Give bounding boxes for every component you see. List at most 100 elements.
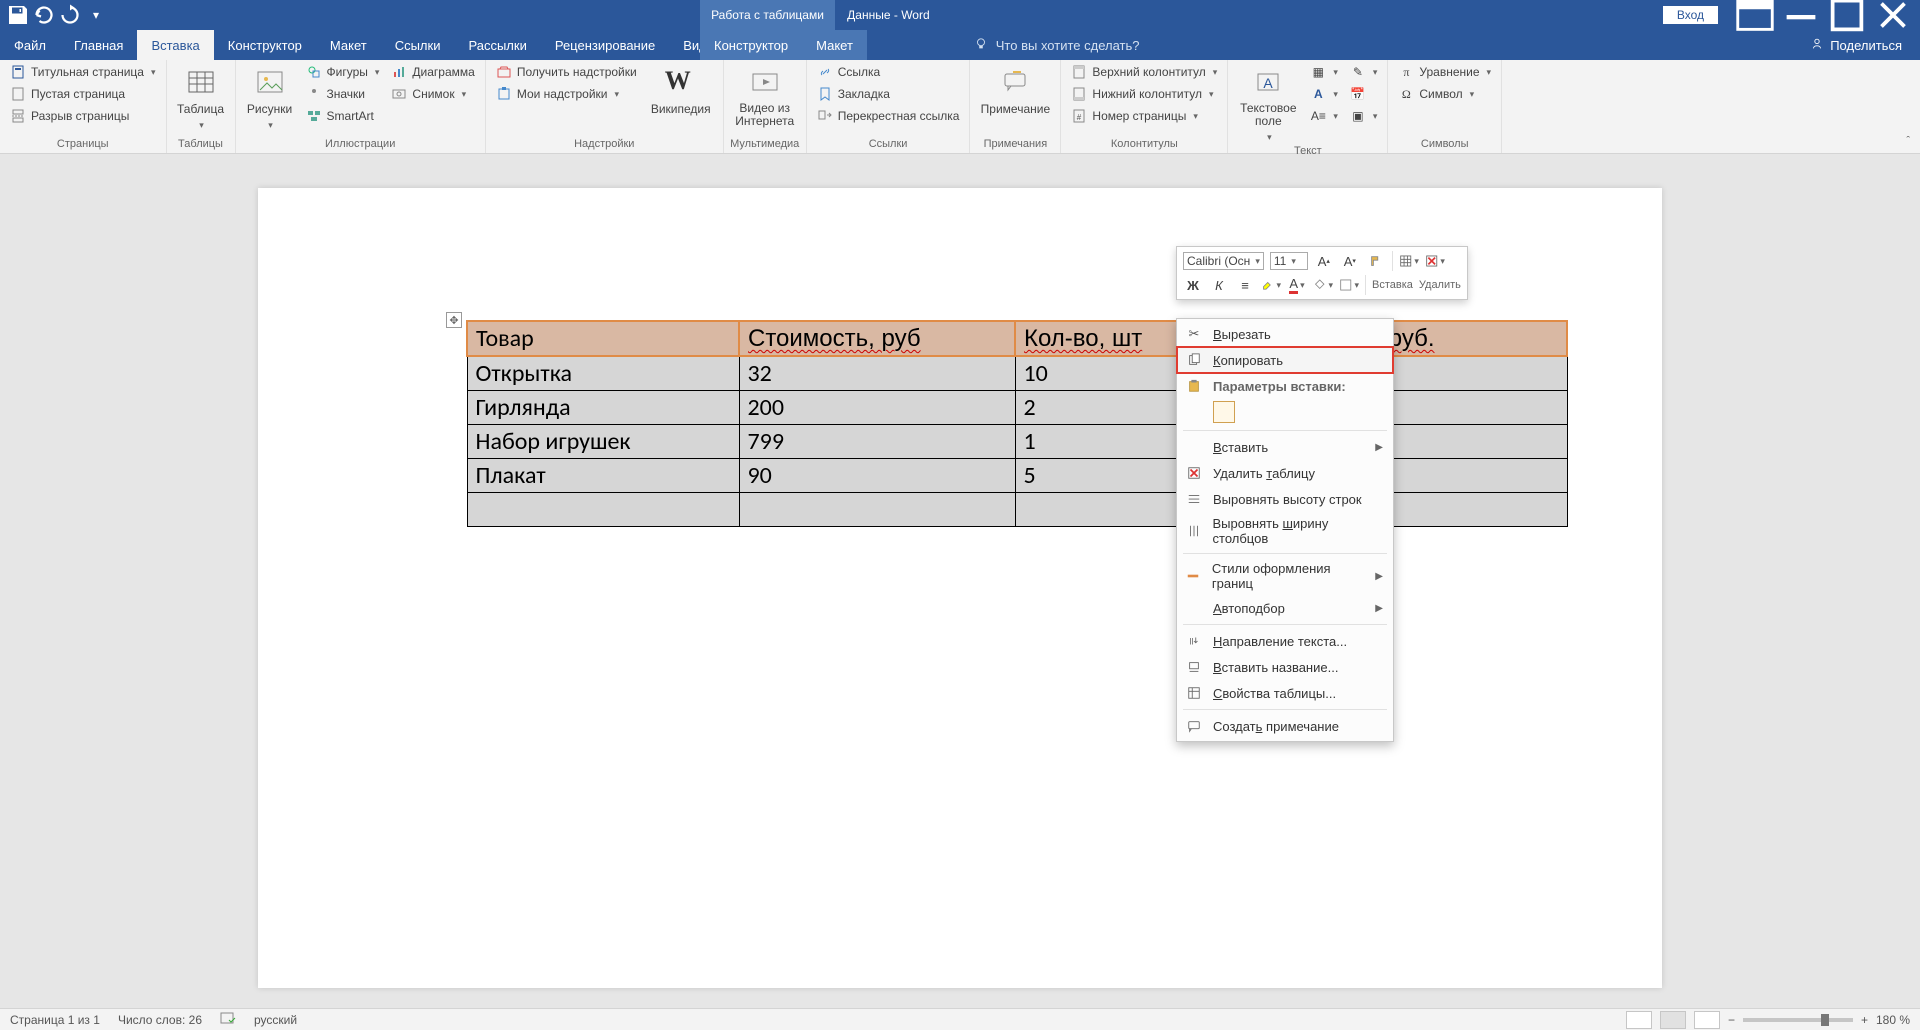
redo-icon[interactable] xyxy=(58,3,82,27)
table-button[interactable]: Таблица▾ xyxy=(173,62,229,131)
tab-insert[interactable]: Вставка xyxy=(137,30,213,60)
header-button[interactable]: Верхний колонтитул▾ xyxy=(1067,62,1221,82)
wikipedia-button[interactable]: W Википедия xyxy=(645,62,717,116)
qat-customize-icon[interactable]: ▾ xyxy=(84,3,108,27)
quickparts-button[interactable]: ▦▾ xyxy=(1306,62,1342,82)
textbox-button[interactable]: A Текстовое поле▾ xyxy=(1234,62,1302,143)
signature-button[interactable]: ✎▾ xyxy=(1346,62,1382,82)
tell-me-search[interactable]: Что вы хотите сделать? xyxy=(960,30,1154,60)
chart-button[interactable]: Диаграмма xyxy=(387,62,478,82)
insert-table-mini-icon[interactable]: ▾ xyxy=(1399,251,1419,271)
zoom-level[interactable]: 180 % xyxy=(1876,1013,1910,1027)
table-row[interactable]: Набор игрушек7991799 xyxy=(467,425,1567,459)
tab-table-design[interactable]: Конструктор xyxy=(700,30,802,60)
tab-references[interactable]: Ссылки xyxy=(381,30,455,60)
status-language[interactable]: русский xyxy=(254,1013,297,1027)
view-print-layout[interactable] xyxy=(1660,1011,1686,1029)
tab-file[interactable]: Файл xyxy=(0,30,60,60)
ctx-border-styles[interactable]: Стили оформления границ▶ xyxy=(1177,557,1393,595)
tab-review[interactable]: Рецензирование xyxy=(541,30,669,60)
view-read-mode[interactable] xyxy=(1626,1011,1652,1029)
tab-home[interactable]: Главная xyxy=(60,30,137,60)
shrink-font-icon[interactable]: A▾ xyxy=(1340,251,1360,271)
ctx-text-direction[interactable]: llНаправление текста... xyxy=(1177,628,1393,654)
font-color-icon[interactable]: A▾ xyxy=(1287,275,1307,295)
zoom-slider[interactable] xyxy=(1743,1018,1853,1022)
tab-table-layout[interactable]: Макет xyxy=(802,30,867,60)
shapes-button[interactable]: Фигуры▾ xyxy=(302,62,384,82)
symbol-button[interactable]: ΩСимвол▾ xyxy=(1394,84,1495,104)
undo-icon[interactable] xyxy=(32,3,56,27)
data-table[interactable]: Товар Стоимость, руб Кол-во, шт Сумма, р… xyxy=(466,320,1568,527)
icons-button[interactable]: Значки xyxy=(302,84,384,104)
blank-page-button[interactable]: Пустая страница xyxy=(6,84,160,104)
table-header-row[interactable]: Товар Стоимость, руб Кол-во, шт Сумма, р… xyxy=(467,321,1567,356)
collapse-ribbon-icon[interactable]: ˆ xyxy=(1906,135,1910,147)
font-family-combo[interactable]: Calibri (Осн▾ xyxy=(1183,252,1264,270)
shading-icon[interactable]: ▾ xyxy=(1313,275,1333,295)
dropcap-button[interactable]: A≡▾ xyxy=(1306,106,1342,126)
ctx-autofit[interactable]: Автоподбор▶ xyxy=(1177,595,1393,621)
screenshot-button[interactable]: Снимок▾ xyxy=(387,84,478,104)
datetime-button[interactable]: 📅 xyxy=(1346,84,1382,104)
zoom-out-icon[interactable]: − xyxy=(1728,1013,1735,1027)
tab-design[interactable]: Конструктор xyxy=(214,30,316,60)
share-button[interactable]: Поделиться xyxy=(1792,30,1920,60)
status-word-count[interactable]: Число слов: 26 xyxy=(118,1013,202,1027)
sign-in-button[interactable]: Вход xyxy=(1663,6,1718,24)
page-number-button[interactable]: #Номер страницы▾ xyxy=(1067,106,1221,126)
object-button[interactable]: ▣▾ xyxy=(1346,106,1382,126)
link-button[interactable]: Ссылка xyxy=(813,62,964,82)
highlight-icon[interactable]: ▾ xyxy=(1261,275,1281,295)
header-cell[interactable]: Стоимость, руб xyxy=(739,321,1015,356)
view-web-layout[interactable] xyxy=(1694,1011,1720,1029)
delete-table-mini-icon[interactable]: ▾ xyxy=(1425,251,1445,271)
table-row[interactable]: Плакат905450 xyxy=(467,459,1567,493)
ctx-copy[interactable]: Копировать xyxy=(1177,347,1393,373)
online-video-button[interactable]: Видео из Интернета xyxy=(730,62,800,128)
status-page[interactable]: Страница 1 из 1 xyxy=(10,1013,100,1027)
table-move-handle[interactable]: ✥ xyxy=(446,312,462,328)
header-cell[interactable]: Товар xyxy=(467,321,739,356)
ctx-table-properties[interactable]: Свойства таблицы... xyxy=(1177,680,1393,706)
align-icon[interactable]: ≡ xyxy=(1235,275,1255,295)
wordart-button[interactable]: A▾ xyxy=(1306,84,1342,104)
ctx-insert[interactable]: Вставить▶ xyxy=(1177,434,1393,460)
grow-font-icon[interactable]: A▴ xyxy=(1314,251,1334,271)
paste-keep-source-icon[interactable] xyxy=(1213,401,1235,423)
equation-button[interactable]: πУравнение▾ xyxy=(1394,62,1495,82)
font-size-combo[interactable]: 11▾ xyxy=(1270,252,1308,270)
footer-button[interactable]: Нижний колонтитул▾ xyxy=(1067,84,1221,104)
bold-icon[interactable]: Ж xyxy=(1183,275,1203,295)
maximize-icon[interactable] xyxy=(1824,0,1870,30)
format-painter-icon[interactable] xyxy=(1366,251,1386,271)
zoom-in-icon[interactable]: + xyxy=(1861,1013,1868,1027)
status-spellcheck-icon[interactable] xyxy=(220,1011,236,1028)
minimize-icon[interactable] xyxy=(1778,0,1824,30)
ctx-new-comment[interactable]: Создать примечание xyxy=(1177,713,1393,739)
zoom-thumb[interactable] xyxy=(1821,1014,1829,1026)
table-row[interactable]: Гирлянда2002400 xyxy=(467,391,1567,425)
italic-icon[interactable]: К xyxy=(1209,275,1229,295)
ctx-distribute-rows[interactable]: Выровнять высоту строк xyxy=(1177,486,1393,512)
cover-page-button[interactable]: Титульная страница▾ xyxy=(6,62,160,82)
ribbon-display-icon[interactable] xyxy=(1732,0,1778,30)
table-total-row[interactable]: Итого: xyxy=(467,493,1567,527)
bookmark-button[interactable]: Закладка xyxy=(813,84,964,104)
ctx-cut[interactable]: ✂Вырезать xyxy=(1177,321,1393,347)
ctx-delete-table[interactable]: Удалить таблицу xyxy=(1177,460,1393,486)
pictures-button[interactable]: Рисунки▾ xyxy=(242,62,298,131)
get-addins-button[interactable]: Получить надстройки xyxy=(492,62,641,82)
ctx-distribute-cols[interactable]: Выровнять ширину столбцов xyxy=(1177,512,1393,550)
tab-mailings[interactable]: Рассылки xyxy=(454,30,540,60)
borders-icon[interactable]: ▾ xyxy=(1339,275,1359,295)
table-row[interactable]: Открытка3210320 xyxy=(467,356,1567,391)
smartart-button[interactable]: SmartArt xyxy=(302,106,384,126)
my-addins-button[interactable]: Мои надстройки▾ xyxy=(492,84,641,104)
close-icon[interactable] xyxy=(1870,0,1916,30)
tab-layout[interactable]: Макет xyxy=(316,30,381,60)
save-icon[interactable] xyxy=(6,3,30,27)
comment-button[interactable]: Примечание xyxy=(976,62,1054,116)
crossref-button[interactable]: Перекрестная ссылка xyxy=(813,106,964,126)
ctx-insert-caption[interactable]: Вставить название... xyxy=(1177,654,1393,680)
